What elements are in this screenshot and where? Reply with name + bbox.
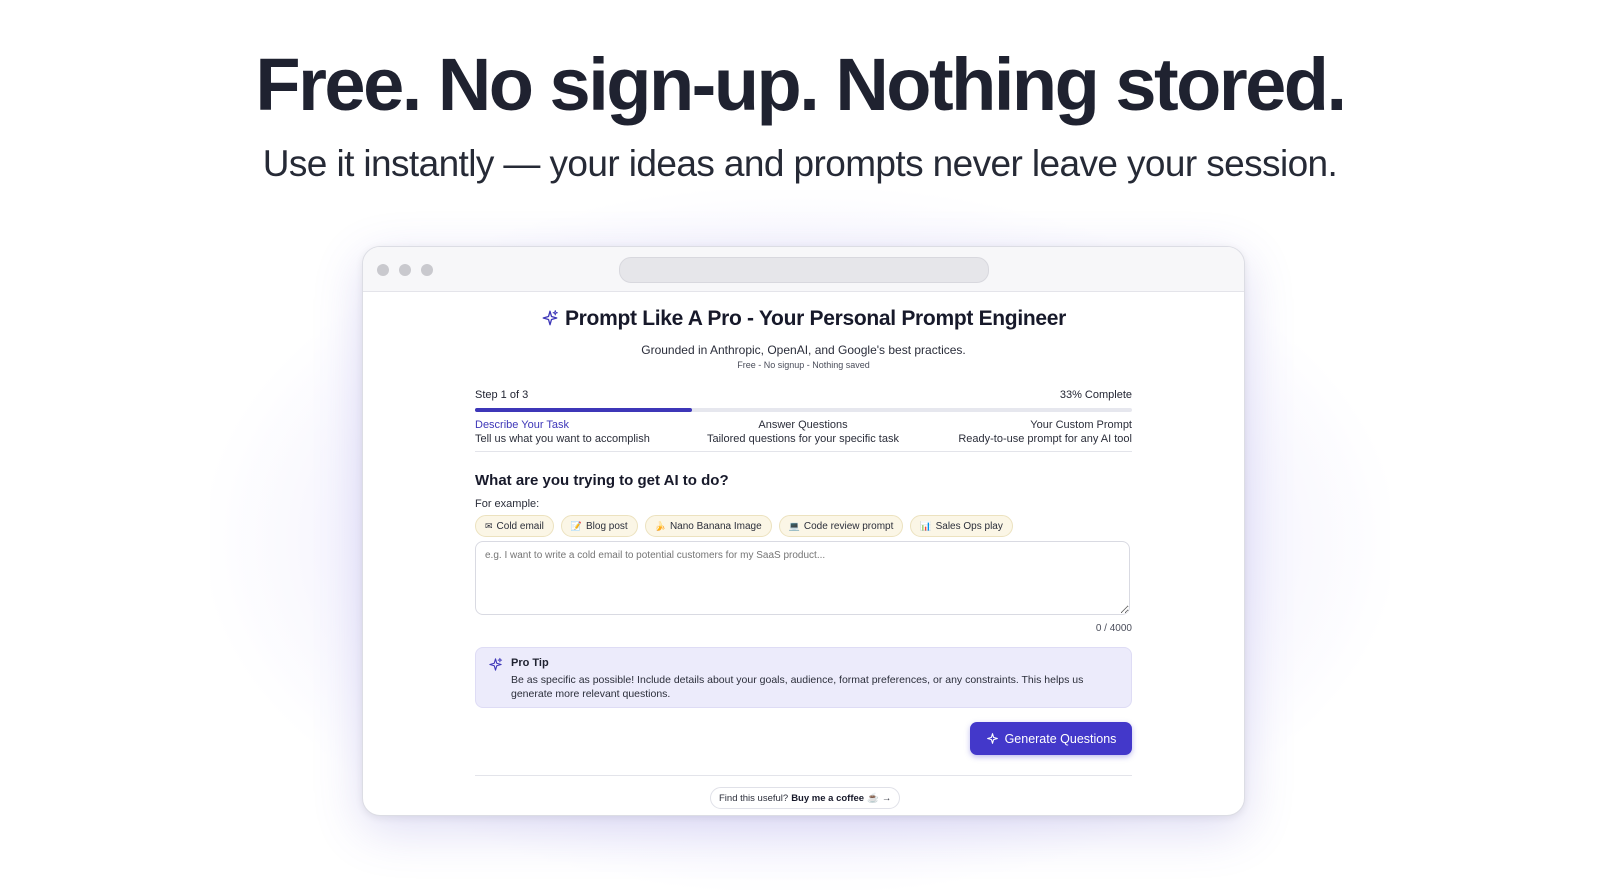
pro-tip-body: Be as specific as possible! Include deta… (511, 674, 1084, 700)
divider (475, 775, 1132, 776)
laptop-icon: 💻 (788, 521, 800, 531)
app-title-text: Prompt Like A Pro - Your Personal Prompt… (564, 307, 1067, 330)
chip-label: Sales Ops play (935, 520, 1003, 532)
sparkle-icon (986, 733, 998, 744)
hero-title: Free. No sign-up. Nothing stored. (255, 43, 1347, 126)
browser-chrome (363, 247, 1244, 292)
step-title: Your Custom Prompt (1030, 419, 1132, 431)
chip-code-review-prompt[interactable]: 💻 Code review prompt (778, 515, 904, 537)
app-content: Prompt Like A Pro - Your Personal Prompt… (475, 291, 1132, 811)
progress-bar-fill (475, 408, 692, 412)
browser-window: Prompt Like A Pro - Your Personal Prompt… (362, 246, 1245, 816)
step-describe-task: Describe Your Task Tell us what you want… (475, 418, 650, 446)
coffee-icon: ☕ (867, 792, 879, 804)
bar-chart-icon: 📊 (920, 521, 932, 531)
window-minimize-dot[interactable] (399, 264, 411, 276)
step-description: Ready-to-use prompt for any AI tool (958, 433, 1132, 445)
chip-cold-email[interactable]: ✉ Cold email (475, 515, 554, 537)
progress-percent-label: 33% Complete (1059, 389, 1132, 401)
step-custom-prompt: Your Custom Prompt Ready-to-use prompt f… (958, 418, 1132, 446)
hero-subtitle: Use it instantly — your ideas and prompt… (262, 143, 1338, 184)
chip-label: Code review prompt (803, 520, 894, 532)
pro-tip-box: Pro Tip Be as specific as possible! Incl… (475, 647, 1132, 708)
address-bar[interactable] (619, 257, 989, 283)
footer-prefix: Find this useful? (719, 792, 789, 804)
step-answer-questions: Answer Questions Tailored questions for … (703, 418, 903, 446)
memo-icon: 📝 (570, 521, 583, 531)
chip-label: Cold email (496, 520, 544, 532)
sparkle-icon (489, 657, 503, 671)
chip-label: Nano Banana Image (669, 520, 762, 532)
generate-questions-button[interactable]: Generate Questions (970, 722, 1132, 755)
example-label: For example: (475, 498, 540, 510)
pro-tip-title: Pro Tip (511, 657, 549, 669)
window-close-dot[interactable] (377, 264, 389, 276)
chip-sales-ops-play[interactable]: 📊 Sales Ops play (910, 515, 1013, 537)
example-chips: ✉ Cold email 📝 Blog post 🍌 Nano Banana I… (475, 515, 1013, 537)
step-description: Tailored questions for your specific tas… (707, 433, 899, 445)
window-maximize-dot[interactable] (421, 264, 433, 276)
banana-icon: 🍌 (654, 521, 666, 531)
app-title: Prompt Like A Pro - Your Personal Prompt… (475, 307, 1132, 331)
chip-blog-post[interactable]: 📝 Blog post (560, 515, 638, 537)
progress-bar (475, 408, 1132, 412)
envelope-icon: ✉ (485, 521, 493, 531)
step-description: Tell us what you want to accomplish (475, 433, 650, 445)
step-title: Answer Questions (758, 419, 848, 431)
step-title: Describe Your Task (475, 419, 569, 431)
generate-button-label: Generate Questions (1004, 731, 1117, 746)
task-description-input[interactable] (475, 541, 1130, 615)
app-subtitle: Grounded in Anthropic, OpenAI, and Googl… (641, 343, 966, 357)
app-tagline: Free - No signup - Nothing saved (737, 360, 870, 370)
buy-coffee-link[interactable]: Find this useful? Buy me a coffee ☕ → (710, 787, 901, 809)
buy-coffee-text: Buy me a coffee (791, 792, 865, 804)
chip-nano-banana-image[interactable]: 🍌 Nano Banana Image (644, 515, 772, 537)
arrow-right-icon: → (881, 792, 892, 804)
chip-label: Blog post (586, 520, 628, 532)
task-question-heading: What are you trying to get AI to do? (475, 472, 729, 489)
character-counter: 0 / 4000 (1095, 623, 1132, 634)
divider (475, 451, 1132, 452)
step-label: Step 1 of 3 (475, 389, 529, 401)
sparkle-icon (542, 310, 558, 326)
